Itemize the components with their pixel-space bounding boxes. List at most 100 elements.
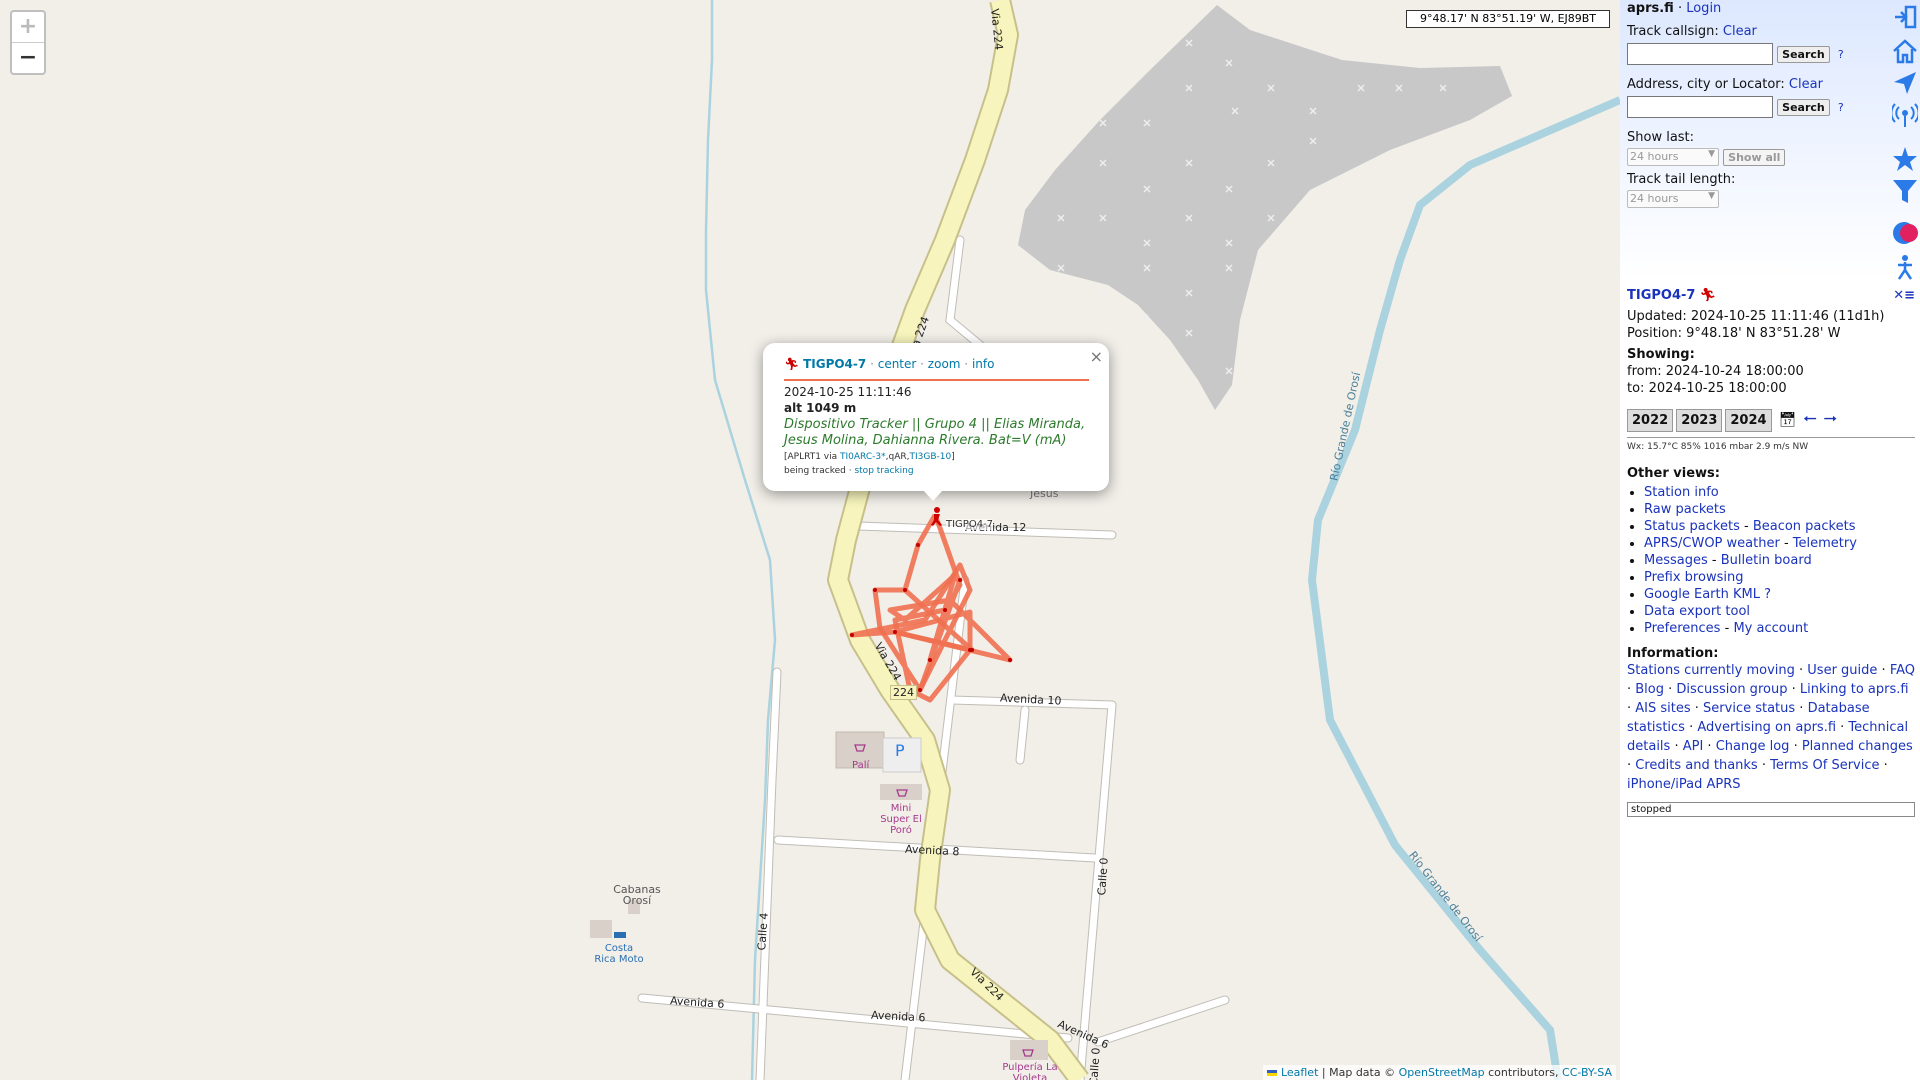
view-link[interactable]: Bulletin board [1721,553,1812,568]
map-view[interactable]: Via 224 Via 224 Via 224 Via 224 Avenida … [0,0,1620,1080]
view-link[interactable]: Google Earth KML ? [1644,587,1771,602]
popup-info-link[interactable]: info [972,357,995,371]
info-link[interactable]: Advertising on aprs.fi [1697,720,1836,735]
attrib-sep: | [1321,1066,1326,1079]
year-tab-2023[interactable]: 2023 [1676,409,1723,432]
zoom-in-button[interactable]: + [12,12,44,42]
address-label: Address, city or Locator: [1627,77,1785,92]
osm-link[interactable]: OpenStreetMap [1399,1066,1485,1079]
tail-label: Track tail length: [1627,172,1736,187]
person-icon[interactable] [1892,254,1918,280]
poi-pali: Palí [852,760,870,771]
info-link[interactable]: Service status [1703,701,1795,716]
login-icon[interactable] [1892,4,1918,30]
popup-zoom-link[interactable]: zoom [928,357,961,371]
callsign-search-button[interactable]: Search [1777,45,1830,63]
info-link[interactable]: AIS sites [1635,701,1690,716]
tail-select[interactable]: 24 hours ▼ [1627,190,1719,208]
info-link[interactable]: Terms Of Service [1770,758,1879,773]
info-link[interactable]: iPhone/iPad APRS [1627,777,1741,792]
popup-tracking: being tracked · stop tracking [784,466,914,476]
view-link[interactable]: Prefix browsing [1644,570,1743,585]
track-clear-link[interactable]: Clear [1723,24,1757,39]
view-link[interactable]: Raw packets [1644,502,1726,517]
view-link[interactable]: Data export tool [1644,604,1750,619]
showing-from: from: 2024-10-24 18:00:00 [1627,364,1804,379]
view-link[interactable]: Telemetry [1793,536,1857,551]
view-link[interactable]: Status packets [1644,519,1740,534]
address-row: Address, city or Locator: Clear [1627,77,1905,92]
list-item: Data export tool [1644,604,1915,619]
chevron-down-icon: ▼ [1708,149,1715,159]
view-link[interactable]: Messages [1644,553,1708,568]
other-views-title: Other views: [1627,466,1720,481]
zoom-control: + − [10,10,46,75]
login-link[interactable]: Login [1686,1,1721,16]
year-tab-2022[interactable]: 2022 [1627,409,1674,432]
list-item: Raw packets [1644,502,1915,517]
info-link[interactable]: User guide [1807,663,1877,678]
attrib-contrib: contributors, [1488,1066,1559,1079]
list-item: Prefix browsing [1644,570,1915,585]
pedestrian-icon: 🏃︎ [784,357,800,371]
address-input[interactable] [1627,96,1773,118]
other-views-list: Station info Raw packets Status packets … [1627,485,1915,636]
home-icon[interactable] [1892,38,1918,64]
callsign-help-link[interactable]: ? [1838,48,1844,61]
address-search-button[interactable]: Search [1777,98,1830,116]
view-link[interactable]: Station info [1644,485,1719,500]
list-item: Station info [1644,485,1915,500]
popup-callsign[interactable]: TIGPO4-7 [803,357,866,371]
address-help-link[interactable]: ? [1838,101,1844,114]
leaflet-link[interactable]: Leaflet [1281,1066,1318,1079]
calendar-icon[interactable]: 📅︎ [1779,412,1797,428]
popup-comment: Dispositivo Tracker || Grupo 4 || Elias … [784,417,1086,448]
info-link[interactable]: Stations currently moving [1627,663,1795,678]
path-prefix: [APLRT1 via [784,452,838,462]
path-digi-link[interactable]: TI0ARC-3* [840,452,886,462]
path-igate-link[interactable]: TI3GB-10 [909,452,951,462]
arrow-left-icon[interactable]: 🠀 [1804,408,1817,435]
send-icon[interactable] [1892,70,1918,96]
station-label[interactable]: TIGPO4-7 [946,519,994,530]
close-list-icon[interactable]: ✕≡ [1893,288,1915,303]
info-link[interactable]: Discussion group [1676,682,1787,697]
info-link[interactable]: Linking to aprs.fi [1800,682,1909,697]
view-link[interactable]: APRS/CWOP weather [1644,536,1780,551]
popup-center-link[interactable]: center [878,357,917,371]
star-icon[interactable] [1892,146,1918,172]
station-popup: × 🏃︎ TIGPO4-7 · center · zoom · info 202… [763,343,1109,501]
coordinate-readout: 9°48.17' N 83°51.19' W, EJ89BT [1406,10,1610,28]
status-box: stopped [1627,802,1915,817]
popup-altitude: alt 1049 m [784,401,857,415]
info-link[interactable]: Planned changes [1802,739,1913,754]
info-link[interactable]: Blog [1635,682,1664,697]
zoom-out-button[interactable]: − [12,42,44,73]
view-link[interactable]: My account [1733,621,1808,636]
info-link[interactable]: FAQ [1890,663,1915,678]
color-icon[interactable] [1892,220,1918,246]
antenna-icon[interactable] [1892,102,1918,128]
license-link[interactable]: CC-BY-SA [1562,1066,1612,1079]
show-all-button[interactable]: Show all [1723,148,1786,166]
station-updated: Updated: 2024-10-25 11:11:46 (11d1h) [1627,309,1885,324]
info-link[interactable]: API [1683,739,1704,754]
brand: aprs.fi · Login [1627,1,1722,16]
callsign-input[interactable] [1627,43,1773,65]
arrow-right-icon[interactable]: 🠂 [1824,408,1837,435]
address-clear-link[interactable]: Clear [1789,77,1823,92]
filter-icon[interactable] [1892,178,1918,204]
show-last-select[interactable]: 24 hours ▼ [1627,148,1719,166]
stop-tracking-link[interactable]: stop tracking [854,466,913,476]
year-tab-2024[interactable]: 2024 [1725,409,1772,432]
popup-close-button[interactable]: × [1090,347,1103,366]
info-link[interactable]: Credits and thanks [1635,758,1757,773]
view-link[interactable]: Beacon packets [1753,519,1856,534]
poi-mini-super: Mini Super El Poró [880,803,922,836]
station-position: Position: 9°48.18' N 83°51.28' W [1627,326,1841,341]
info-link[interactable]: Change log [1716,739,1790,754]
poi-costa-rica-moto: Costa Rica Moto [594,943,644,965]
station-name[interactable]: TIGPO4-7 [1627,288,1695,303]
information-links: Stations currently moving · User guide ·… [1627,663,1915,792]
view-link[interactable]: Preferences [1644,621,1720,636]
